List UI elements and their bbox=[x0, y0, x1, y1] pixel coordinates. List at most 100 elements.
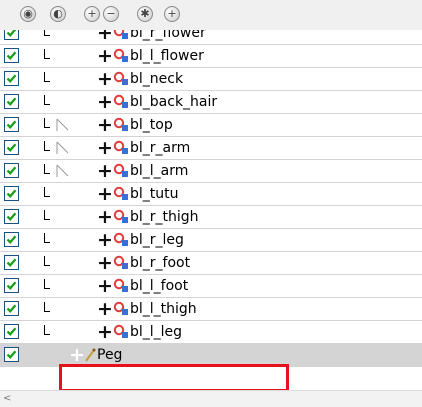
drawing-layer-icon bbox=[113, 324, 129, 344]
tree-branch-icon bbox=[56, 118, 70, 132]
expand-icon[interactable]: + bbox=[84, 6, 100, 22]
layer-row[interactable]: + bl_r_flower bbox=[0, 30, 422, 45]
layer-visibility-checkbox[interactable] bbox=[4, 232, 19, 247]
layer-name: bl_neck bbox=[130, 71, 184, 87]
layer-name: bl_back_hair bbox=[130, 94, 218, 110]
tree-connector-icon bbox=[44, 30, 50, 36]
layer-name: bl_l_leg bbox=[130, 324, 183, 340]
tree-connector-icon bbox=[44, 95, 50, 105]
drawing-layer-icon bbox=[113, 117, 129, 137]
drawing-layer-icon bbox=[113, 209, 129, 229]
layer-visibility-checkbox[interactable] bbox=[4, 30, 19, 40]
tree-connector-icon bbox=[44, 164, 50, 174]
layer-visibility-checkbox[interactable] bbox=[4, 163, 19, 178]
layer-visibility-checkbox[interactable] bbox=[4, 186, 19, 201]
layer-name: bl_r_leg bbox=[130, 232, 184, 248]
layer-row[interactable]: + bl_back_hair bbox=[0, 91, 422, 114]
expand-plus-icon[interactable]: + bbox=[69, 345, 85, 365]
tree-branch-icon bbox=[56, 141, 70, 155]
tree-connector-icon bbox=[44, 72, 50, 82]
layer-name: bl_l_thigh bbox=[130, 301, 197, 317]
drawing-layer-icon bbox=[113, 48, 129, 68]
expand-plus-icon[interactable]: + bbox=[97, 160, 113, 182]
layer-row[interactable]: + bl_l_foot bbox=[0, 275, 422, 298]
layer-name: bl_tutu bbox=[130, 186, 179, 202]
drawing-layer-icon bbox=[113, 232, 129, 252]
tree-connector-icon bbox=[44, 256, 50, 266]
expand-plus-icon[interactable]: + bbox=[97, 91, 113, 113]
drawing-layer-icon bbox=[113, 30, 129, 45]
layer-visibility-checkbox[interactable] bbox=[4, 301, 19, 316]
drawing-layer-icon bbox=[113, 278, 129, 298]
scroll-left-arrow-icon[interactable]: < bbox=[3, 393, 11, 404]
layer-name: Peg bbox=[97, 347, 123, 363]
add-peg-icon[interactable]: + bbox=[164, 6, 180, 22]
layer-name: bl_l_foot bbox=[130, 278, 189, 294]
layer-visibility-checkbox[interactable] bbox=[4, 140, 19, 155]
layer-row[interactable]: + bl_r_leg bbox=[0, 229, 422, 252]
layer-visibility-checkbox[interactable] bbox=[4, 347, 19, 362]
layer-row[interactable]: + bl_l_leg bbox=[0, 321, 422, 344]
layer-row[interactable]: + bl_top bbox=[0, 114, 422, 137]
expand-plus-icon[interactable]: + bbox=[97, 275, 113, 297]
eye-toggle-icon[interactable]: ◐ bbox=[50, 6, 66, 22]
expand-plus-icon[interactable]: + bbox=[97, 298, 113, 320]
drawing-layer-icon bbox=[113, 186, 129, 206]
expand-plus-icon[interactable]: + bbox=[97, 206, 113, 228]
expand-plus-icon[interactable]: + bbox=[97, 252, 113, 274]
layer-row[interactable]: + bl_r_thigh bbox=[0, 206, 422, 229]
drawing-layer-icon bbox=[113, 255, 129, 275]
layer-visibility-checkbox[interactable] bbox=[4, 278, 19, 293]
tree-connector-icon bbox=[44, 49, 50, 59]
layer-row[interactable]: + bl_l_flower bbox=[0, 45, 422, 68]
expand-plus-icon[interactable]: + bbox=[97, 45, 113, 67]
layer-name: bl_r_arm bbox=[130, 140, 191, 156]
layer-visibility-checkbox[interactable] bbox=[4, 117, 19, 132]
layer-row[interactable]: + bl_l_thigh bbox=[0, 298, 422, 321]
tree-connector-icon bbox=[44, 187, 50, 197]
expand-plus-icon[interactable]: + bbox=[97, 321, 113, 343]
tree-connector-icon bbox=[44, 279, 50, 289]
layer-visibility-checkbox[interactable] bbox=[4, 255, 19, 270]
expand-plus-icon[interactable]: + bbox=[97, 137, 113, 159]
tree-connector-icon bbox=[44, 302, 50, 312]
drawing-layer-icon bbox=[113, 301, 129, 321]
drawing-layer-icon bbox=[113, 140, 129, 160]
layer-visibility-checkbox[interactable] bbox=[4, 209, 19, 224]
layer-visibility-checkbox[interactable] bbox=[4, 324, 19, 339]
layer-row[interactable]: + bl_neck bbox=[0, 68, 422, 91]
layer-row[interactable]: + bl_tutu bbox=[0, 183, 422, 206]
tree-connector-icon bbox=[44, 233, 50, 243]
layer-name: bl_r_foot bbox=[130, 255, 191, 271]
layer-visibility-checkbox[interactable] bbox=[4, 71, 19, 86]
layer-row[interactable]: + bl_r_arm bbox=[0, 137, 422, 160]
eye-all-icon[interactable]: ◉ bbox=[20, 6, 36, 22]
tree-connector-icon bbox=[44, 118, 50, 128]
expand-plus-icon[interactable]: + bbox=[97, 114, 113, 136]
expand-plus-icon[interactable]: + bbox=[97, 229, 113, 251]
tree-branch-icon bbox=[56, 164, 70, 178]
layer-row[interactable]: + bl_r_foot bbox=[0, 252, 422, 275]
tree-connector-icon bbox=[44, 141, 50, 151]
tree-connector-icon bbox=[44, 210, 50, 220]
drawing-layer-icon bbox=[113, 71, 129, 91]
drawing-layer-icon bbox=[113, 163, 129, 183]
collapse-icon[interactable]: − bbox=[103, 6, 119, 22]
layer-row[interactable]: + bl_l_arm bbox=[0, 160, 422, 183]
horizontal-scrollbar[interactable]: < bbox=[0, 390, 422, 407]
layer-visibility-checkbox[interactable] bbox=[4, 94, 19, 109]
layer-name: bl_l_arm bbox=[130, 163, 189, 179]
peg-highlight-box bbox=[59, 364, 289, 392]
tree-connector-icon bbox=[44, 325, 50, 335]
toolbar: ◉ ◐ + − ✱ + bbox=[0, 0, 422, 30]
expand-plus-icon[interactable]: + bbox=[97, 68, 113, 90]
drawing-layer-icon bbox=[113, 94, 129, 114]
layer-name: bl_top bbox=[130, 117, 173, 133]
layer-visibility-checkbox[interactable] bbox=[4, 48, 19, 63]
layer-list: + bl_r_flower + bl_l_flower + bl_neck + bl_back… bbox=[0, 30, 422, 390]
layer-name: bl_r_thigh bbox=[130, 209, 199, 225]
add-layer-icon[interactable]: ✱ bbox=[137, 6, 153, 22]
expand-plus-icon[interactable]: + bbox=[97, 30, 113, 44]
expand-plus-icon[interactable]: + bbox=[97, 183, 113, 205]
layer-name: bl_l_flower bbox=[130, 48, 204, 64]
